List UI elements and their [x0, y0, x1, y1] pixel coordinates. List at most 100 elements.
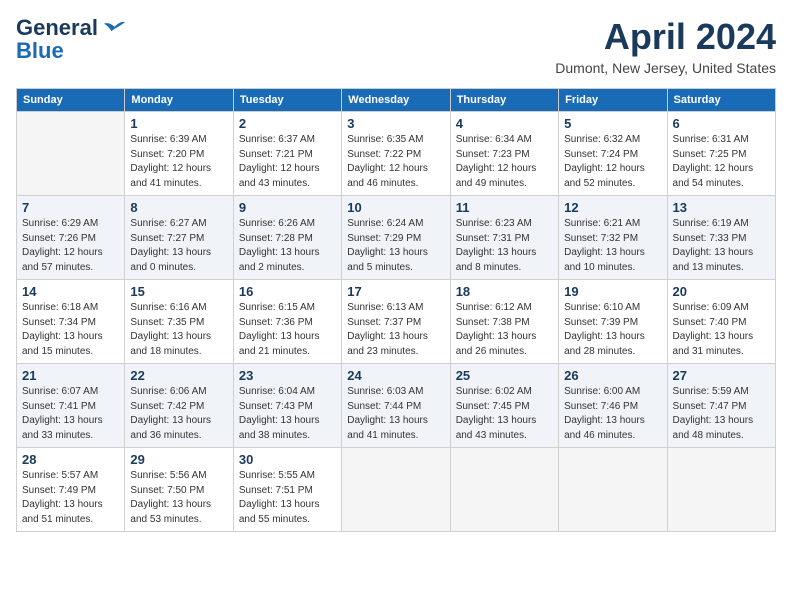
col-thursday: Thursday [450, 89, 558, 112]
day-info: Sunrise: 6:12 AM Sunset: 7:38 PM Dayligh… [456, 301, 553, 359]
table-row: 5 Sunrise: 6:32 AM Sunset: 7:24 PM Dayli… [559, 112, 667, 196]
day-info: Sunrise: 6:06 AM Sunset: 7:42 PM Dayligh… [130, 385, 227, 443]
day-info: Sunrise: 6:13 AM Sunset: 7:37 PM Dayligh… [347, 301, 444, 359]
day-info: Sunrise: 6:16 AM Sunset: 7:35 PM Dayligh… [130, 301, 227, 359]
day-number: 29 [130, 452, 227, 467]
table-row: 12 Sunrise: 6:21 AM Sunset: 7:32 PM Dayl… [559, 196, 667, 280]
table-row: 29 Sunrise: 5:56 AM Sunset: 7:50 PM Dayl… [125, 448, 233, 532]
day-number: 30 [239, 452, 336, 467]
day-number: 13 [673, 200, 770, 215]
day-number: 6 [673, 116, 770, 131]
day-info: Sunrise: 5:55 AM Sunset: 7:51 PM Dayligh… [239, 469, 336, 527]
day-info: Sunrise: 5:56 AM Sunset: 7:50 PM Dayligh… [130, 469, 227, 527]
logo-bird-icon [104, 19, 128, 39]
day-number: 21 [22, 368, 119, 383]
day-number: 27 [673, 368, 770, 383]
day-info: Sunrise: 6:26 AM Sunset: 7:28 PM Dayligh… [239, 217, 336, 275]
month-title: April 2024 [555, 16, 776, 58]
day-info: Sunrise: 6:31 AM Sunset: 7:25 PM Dayligh… [673, 133, 770, 191]
table-row: 17 Sunrise: 6:13 AM Sunset: 7:37 PM Dayl… [342, 280, 450, 364]
day-number: 11 [456, 200, 553, 215]
day-number: 7 [22, 200, 119, 215]
table-row: 2 Sunrise: 6:37 AM Sunset: 7:21 PM Dayli… [233, 112, 341, 196]
calendar-week-row: 7 Sunrise: 6:29 AM Sunset: 7:26 PM Dayli… [17, 196, 776, 280]
day-number: 3 [347, 116, 444, 131]
day-info: Sunrise: 6:27 AM Sunset: 7:27 PM Dayligh… [130, 217, 227, 275]
day-number: 20 [673, 284, 770, 299]
day-number: 4 [456, 116, 553, 131]
table-row: 16 Sunrise: 6:15 AM Sunset: 7:36 PM Dayl… [233, 280, 341, 364]
col-monday: Monday [125, 89, 233, 112]
calendar-week-row: 1 Sunrise: 6:39 AM Sunset: 7:20 PM Dayli… [17, 112, 776, 196]
day-number: 28 [22, 452, 119, 467]
day-info: Sunrise: 6:21 AM Sunset: 7:32 PM Dayligh… [564, 217, 661, 275]
table-row: 24 Sunrise: 6:03 AM Sunset: 7:44 PM Dayl… [342, 364, 450, 448]
table-row: 7 Sunrise: 6:29 AM Sunset: 7:26 PM Dayli… [17, 196, 125, 280]
day-info: Sunrise: 6:02 AM Sunset: 7:45 PM Dayligh… [456, 385, 553, 443]
table-row: 26 Sunrise: 6:00 AM Sunset: 7:46 PM Dayl… [559, 364, 667, 448]
day-number: 18 [456, 284, 553, 299]
day-number: 15 [130, 284, 227, 299]
table-row: 18 Sunrise: 6:12 AM Sunset: 7:38 PM Dayl… [450, 280, 558, 364]
day-info: Sunrise: 6:32 AM Sunset: 7:24 PM Dayligh… [564, 133, 661, 191]
day-info: Sunrise: 6:24 AM Sunset: 7:29 PM Dayligh… [347, 217, 444, 275]
day-info: Sunrise: 6:09 AM Sunset: 7:40 PM Dayligh… [673, 301, 770, 359]
day-info: Sunrise: 6:07 AM Sunset: 7:41 PM Dayligh… [22, 385, 119, 443]
calendar-week-row: 28 Sunrise: 5:57 AM Sunset: 7:49 PM Dayl… [17, 448, 776, 532]
location-label: Dumont, New Jersey, United States [555, 60, 776, 76]
day-number: 16 [239, 284, 336, 299]
day-info: Sunrise: 6:37 AM Sunset: 7:21 PM Dayligh… [239, 133, 336, 191]
table-row: 10 Sunrise: 6:24 AM Sunset: 7:29 PM Dayl… [342, 196, 450, 280]
table-row [342, 448, 450, 532]
calendar-header-row: Sunday Monday Tuesday Wednesday Thursday… [17, 89, 776, 112]
table-row [450, 448, 558, 532]
logo-general: General [16, 15, 98, 40]
day-number: 10 [347, 200, 444, 215]
table-row: 8 Sunrise: 6:27 AM Sunset: 7:27 PM Dayli… [125, 196, 233, 280]
day-number: 19 [564, 284, 661, 299]
table-row: 20 Sunrise: 6:09 AM Sunset: 7:40 PM Dayl… [667, 280, 775, 364]
col-sunday: Sunday [17, 89, 125, 112]
day-number: 24 [347, 368, 444, 383]
day-info: Sunrise: 6:04 AM Sunset: 7:43 PM Dayligh… [239, 385, 336, 443]
table-row: 1 Sunrise: 6:39 AM Sunset: 7:20 PM Dayli… [125, 112, 233, 196]
table-row: 9 Sunrise: 6:26 AM Sunset: 7:28 PM Dayli… [233, 196, 341, 280]
table-row: 4 Sunrise: 6:34 AM Sunset: 7:23 PM Dayli… [450, 112, 558, 196]
day-number: 12 [564, 200, 661, 215]
day-number: 17 [347, 284, 444, 299]
table-row: 22 Sunrise: 6:06 AM Sunset: 7:42 PM Dayl… [125, 364, 233, 448]
table-row: 14 Sunrise: 6:18 AM Sunset: 7:34 PM Dayl… [17, 280, 125, 364]
day-info: Sunrise: 6:03 AM Sunset: 7:44 PM Dayligh… [347, 385, 444, 443]
day-info: Sunrise: 6:35 AM Sunset: 7:22 PM Dayligh… [347, 133, 444, 191]
day-info: Sunrise: 6:23 AM Sunset: 7:31 PM Dayligh… [456, 217, 553, 275]
calendar-week-row: 21 Sunrise: 6:07 AM Sunset: 7:41 PM Dayl… [17, 364, 776, 448]
table-row: 21 Sunrise: 6:07 AM Sunset: 7:41 PM Dayl… [17, 364, 125, 448]
table-row: 11 Sunrise: 6:23 AM Sunset: 7:31 PM Dayl… [450, 196, 558, 280]
table-row: 27 Sunrise: 5:59 AM Sunset: 7:47 PM Dayl… [667, 364, 775, 448]
day-number: 9 [239, 200, 336, 215]
day-info: Sunrise: 6:19 AM Sunset: 7:33 PM Dayligh… [673, 217, 770, 275]
day-info: Sunrise: 6:39 AM Sunset: 7:20 PM Dayligh… [130, 133, 227, 191]
col-tuesday: Tuesday [233, 89, 341, 112]
col-saturday: Saturday [667, 89, 775, 112]
day-number: 8 [130, 200, 227, 215]
day-number: 14 [22, 284, 119, 299]
day-info: Sunrise: 5:57 AM Sunset: 7:49 PM Dayligh… [22, 469, 119, 527]
day-number: 26 [564, 368, 661, 383]
logo: General Blue [16, 16, 128, 64]
table-row: 23 Sunrise: 6:04 AM Sunset: 7:43 PM Dayl… [233, 364, 341, 448]
table-row: 15 Sunrise: 6:16 AM Sunset: 7:35 PM Dayl… [125, 280, 233, 364]
table-row [17, 112, 125, 196]
day-number: 23 [239, 368, 336, 383]
table-row: 13 Sunrise: 6:19 AM Sunset: 7:33 PM Dayl… [667, 196, 775, 280]
day-info: Sunrise: 5:59 AM Sunset: 7:47 PM Dayligh… [673, 385, 770, 443]
title-block: April 2024 Dumont, New Jersey, United St… [555, 16, 776, 76]
table-row: 28 Sunrise: 5:57 AM Sunset: 7:49 PM Dayl… [17, 448, 125, 532]
day-info: Sunrise: 6:29 AM Sunset: 7:26 PM Dayligh… [22, 217, 119, 275]
col-friday: Friday [559, 89, 667, 112]
day-number: 1 [130, 116, 227, 131]
table-row: 25 Sunrise: 6:02 AM Sunset: 7:45 PM Dayl… [450, 364, 558, 448]
calendar-table: Sunday Monday Tuesday Wednesday Thursday… [16, 88, 776, 532]
col-wednesday: Wednesday [342, 89, 450, 112]
table-row: 30 Sunrise: 5:55 AM Sunset: 7:51 PM Dayl… [233, 448, 341, 532]
